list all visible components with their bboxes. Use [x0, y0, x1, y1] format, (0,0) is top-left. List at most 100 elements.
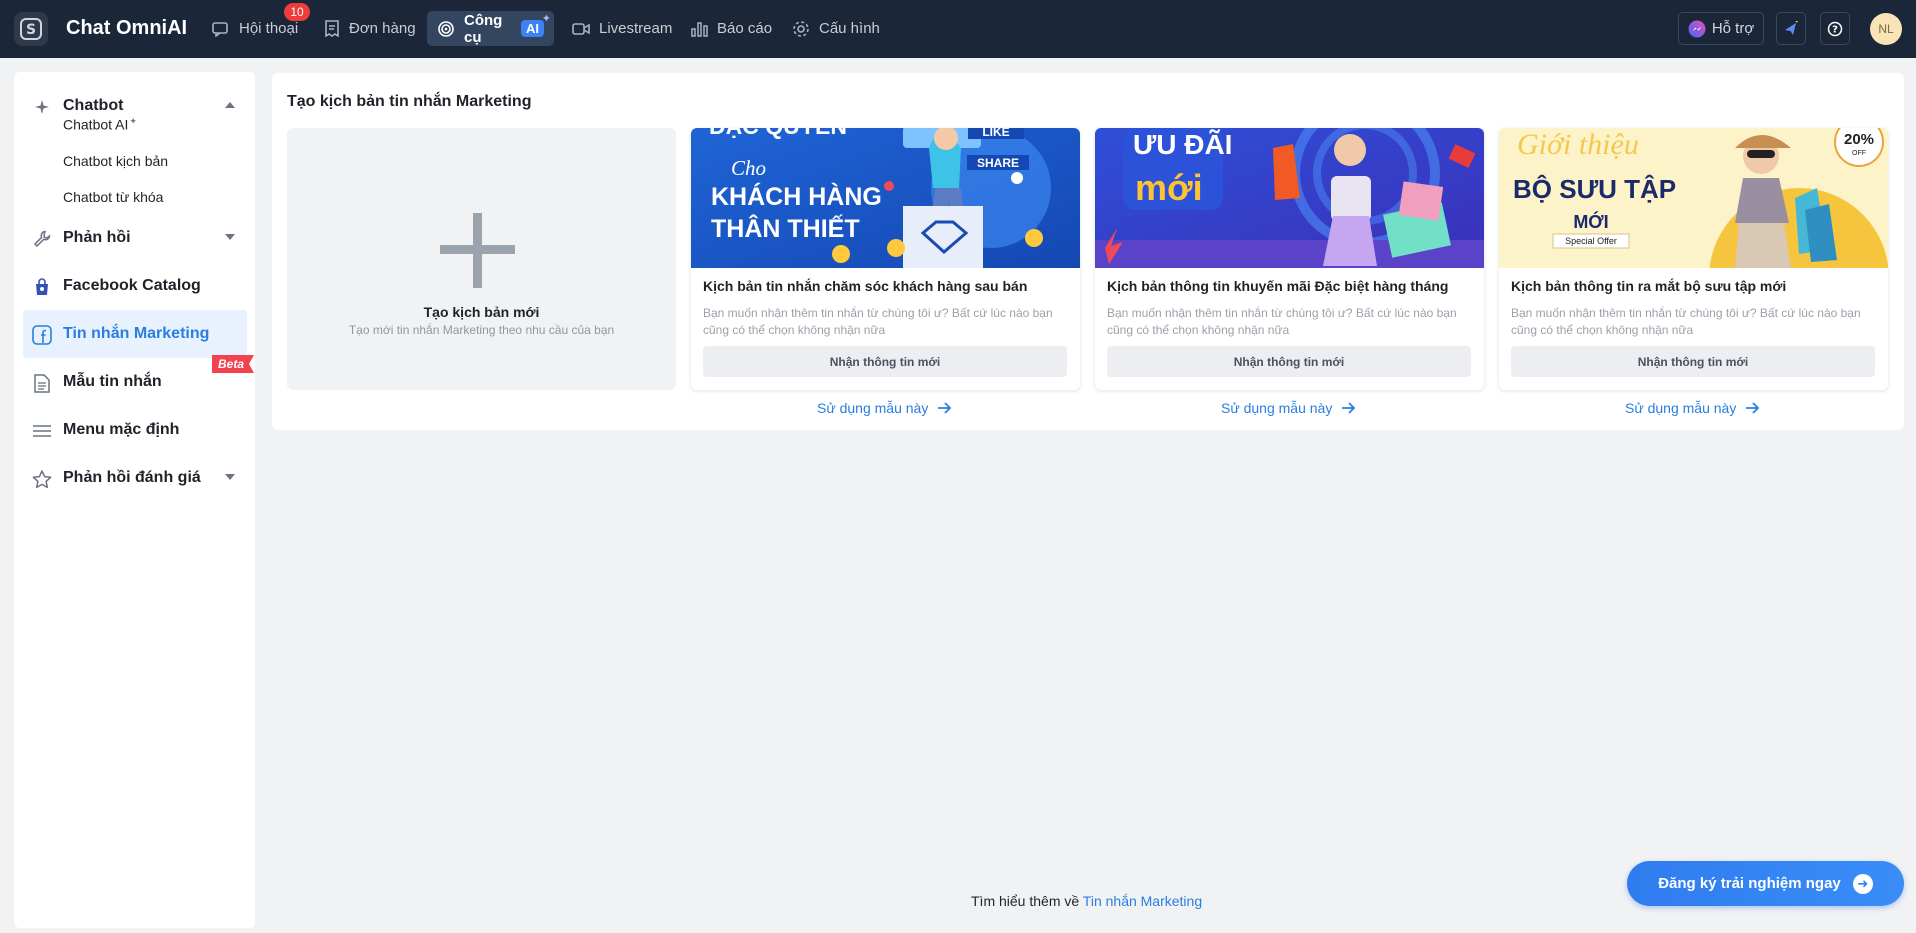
bag-icon — [32, 277, 52, 297]
template-preview-button: Nhận thông tin mới — [1511, 346, 1875, 377]
use-template-link[interactable]: Sử dụng mẫu này — [1625, 400, 1760, 416]
learn-more-link[interactable]: Tin nhắn Marketing — [1083, 893, 1202, 909]
arrow-right-icon — [938, 402, 952, 414]
sidebar-item-review-replies[interactable]: Phản hồi đánh giá — [23, 454, 247, 502]
nav-label: Cấu hình — [819, 20, 880, 37]
ai-badge-label: AI — [526, 21, 539, 36]
sidebar-subitem-chatbot-keyword[interactable]: Chatbot từ khóa — [63, 189, 163, 205]
template-banner-image: ĐẶC QUYỀN Cho KHÁCH HÀNG THÂN THIẾT LIKE… — [691, 128, 1080, 268]
help-button[interactable]: ? — [1820, 12, 1850, 45]
use-template-label: Sử dụng mẫu này — [817, 400, 929, 416]
gear-icon — [793, 20, 809, 37]
new-script-subtitle: Tạo mới tin nhắn Marketing theo nhu cầu … — [348, 323, 615, 337]
sidebar-subitem-chatbot-script[interactable]: Chatbot kịch bản — [63, 153, 168, 169]
support-label: Hỗ trợ — [1711, 20, 1755, 37]
use-template-link[interactable]: Sử dụng mẫu này — [1221, 400, 1356, 416]
arrow-right-icon — [1342, 402, 1356, 414]
chevron-down-icon — [225, 474, 235, 480]
nav-label: Hội thoại — [239, 20, 299, 37]
template-preview-button: Nhận thông tin mới — [1107, 346, 1471, 377]
wrench-icon — [32, 229, 52, 249]
nav-reports[interactable]: Báo cáo — [681, 11, 782, 46]
sparkle-icon — [32, 97, 52, 117]
sidebar-item-label: Menu mặc định — [63, 421, 180, 438]
sidebar-item-label: Phản hồi — [63, 229, 131, 246]
sidebar-item-message-templates[interactable]: Mẫu tin nhắn — [23, 358, 247, 406]
svg-text:?: ? — [1832, 24, 1838, 35]
sparkle-icon: ✦ — [129, 116, 137, 126]
sidebar-item-label: Mẫu tin nhắn — [63, 373, 162, 390]
banner-text: MỚI — [1573, 211, 1608, 232]
banner-text: ƯU ĐÃI — [1133, 129, 1232, 160]
sidebar-item-facebook-catalog[interactable]: Facebook Catalog — [23, 262, 247, 310]
banner-text: Cho — [731, 156, 766, 180]
question-circle-icon: ? — [1827, 21, 1843, 36]
nav-orders[interactable]: Đơn hàng — [314, 11, 426, 46]
banner-text: ĐẶC QUYỀN — [709, 128, 847, 139]
learn-more-prefix: Tìm hiểu thêm về — [971, 893, 1080, 909]
template-title: Kịch bản tin nhắn chăm sóc khách hàng sa… — [703, 278, 1028, 294]
learn-more-text: Tìm hiểu thêm về Tin nhắn Marketing — [971, 893, 1202, 909]
new-script-title: Tạo kịch bản mới — [423, 304, 540, 320]
use-template-label: Sử dụng mẫu này — [1221, 400, 1333, 416]
register-trial-label: Đăng ký trải nghiệm ngay — [1658, 875, 1841, 892]
sidebar-item-label: Tin nhắn Marketing — [63, 325, 210, 342]
video-camera-icon — [572, 22, 590, 35]
page-title: Tạo kịch bản tin nhắn Marketing — [287, 93, 532, 110]
sparkle-icon: ✦ — [541, 13, 551, 25]
facebook-icon — [32, 325, 52, 345]
banner-tag: SHARE — [977, 156, 1019, 170]
use-template-label: Sử dụng mẫu này — [1625, 400, 1737, 416]
chevron-down-icon — [225, 234, 235, 240]
template-banner-image: 20% OFF Giới thiệu BỘ SƯU TẬP MỚI Specia… — [1499, 128, 1888, 268]
banner-tag: OFF — [1852, 150, 1866, 157]
ai-badge: AI ✦ — [521, 13, 551, 37]
top-navigation-bar: S Chat OmniAI Hội thoại 10 Đơn hàng Công… — [0, 0, 1916, 58]
banner-text: Special Offer — [1565, 236, 1617, 246]
sidebar-item-label: Chatbot — [63, 97, 124, 114]
nav-label: Đơn hàng — [349, 20, 416, 37]
banner-text: mới — [1135, 167, 1203, 208]
app-logo-icon[interactable]: S — [14, 12, 48, 46]
template-card-new-collection[interactable]: 20% OFF Giới thiệu BỘ SƯU TẬP MỚI Specia… — [1499, 128, 1888, 390]
template-description: Bạn muốn nhận thêm tin nhắn từ chúng tôi… — [1107, 306, 1457, 337]
messenger-icon — [1688, 20, 1706, 37]
support-button[interactable]: Hỗ trợ — [1678, 12, 1764, 45]
sidebar-item-marketing-message[interactable]: Tin nhắn Marketing — [23, 310, 247, 358]
chevron-up-icon — [225, 102, 235, 108]
use-template-link[interactable]: Sử dụng mẫu này — [817, 400, 952, 416]
sidebar-item-default-menu[interactable]: Menu mặc định — [23, 406, 247, 454]
announcement-button[interactable] — [1776, 12, 1806, 45]
bar-chart-icon — [691, 21, 708, 37]
nav-tools[interactable]: Công cụ AI ✦ — [427, 11, 554, 46]
create-new-script-card[interactable]: Tạo kịch bản mới Tạo mới tin nhắn Market… — [287, 128, 676, 390]
arrow-right-icon — [1746, 402, 1760, 414]
template-banner-image: ƯU ĐÃI mới — [1095, 128, 1484, 268]
plus-icon-bar — [440, 245, 515, 254]
sidebar-item-feedback[interactable]: Phản hồi — [23, 214, 247, 262]
sidebar-item-label: Phản hồi đánh giá — [63, 469, 201, 486]
template-preview-button: Nhận thông tin mới — [703, 346, 1067, 377]
nav-settings[interactable]: Cấu hình — [782, 11, 890, 46]
banner-text: Giới thiệu — [1517, 128, 1639, 161]
nav-livestream[interactable]: Livestream — [562, 11, 682, 46]
nav-label: Công cụ — [464, 11, 503, 46]
star-icon — [32, 469, 52, 489]
banner-text: BỘ SƯU TẬP — [1513, 174, 1676, 204]
register-trial-button[interactable]: Đăng ký trải nghiệm ngay ➜ — [1627, 861, 1904, 906]
banner-tag: 20% — [1844, 131, 1874, 148]
template-card-monthly-promo[interactable]: ƯU ĐÃI mới Kịch bản thông tin khuyến mãi… — [1095, 128, 1484, 390]
sidebar: Chatbot Chatbot AI✦ Chatbot kịch bản Cha… — [14, 72, 255, 928]
template-description: Bạn muốn nhận thêm tin nhắn từ chúng tôi… — [703, 306, 1053, 337]
chat-icon — [212, 21, 228, 37]
template-card-customer-care[interactable]: ĐẶC QUYỀN Cho KHÁCH HÀNG THÂN THIẾT LIKE… — [691, 128, 1080, 390]
banner-tag: LIKE — [982, 128, 1009, 139]
svg-text:S: S — [26, 22, 36, 38]
document-icon — [32, 373, 52, 393]
avatar[interactable]: NL — [1870, 13, 1902, 45]
sidebar-subitem-chatbot-ai[interactable]: Chatbot AI✦ — [63, 116, 137, 133]
unread-count-badge: 10 — [284, 3, 310, 21]
sidebar-subitem-label: Chatbot AI — [63, 116, 129, 133]
template-description: Bạn muốn nhận thêm tin nhắn từ chúng tôi… — [1511, 306, 1861, 337]
spiral-icon — [438, 20, 454, 37]
